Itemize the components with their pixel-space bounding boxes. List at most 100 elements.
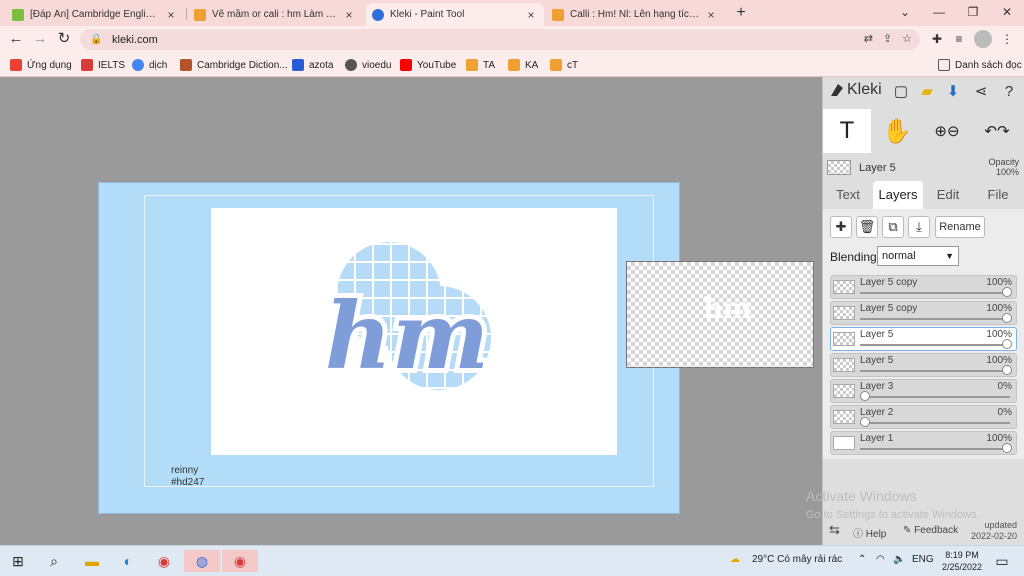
bookmark-ka[interactable]: KA [508,57,538,73]
browser-tab-2[interactable]: Vẽ mầm or cali : hm Làm cả hai c × [188,3,362,26]
layer-row[interactable]: Layer 1 100% [830,431,1017,455]
hand-tool-icon[interactable]: ✋ [873,109,921,153]
layer-opacity-knob[interactable] [1002,287,1012,297]
tab-file[interactable]: File [975,181,1021,209]
language-indicator[interactable]: ENG [912,554,934,565]
back-icon[interactable]: ← [6,29,26,49]
canvas-workspace[interactable]: hm hm reinny #hd247 hm [0,77,822,545]
help-icon[interactable]: ? [999,82,1019,102]
undo-redo-icon[interactable]: ↶↷ [973,109,1021,153]
file-explorer-icon[interactable]: ▬ [80,550,104,572]
forward-icon[interactable]: → [30,29,50,49]
layers-panel: ✚ 🗑 ⧉ ⤓ Rename Blending normal ▼ Layer 5… [823,209,1024,459]
layer-opacity-slider[interactable] [860,292,1010,294]
bookmark-ielts[interactable]: IELTS [81,57,125,73]
chrome-icon[interactable]: ◉ [152,550,176,572]
notification-icon[interactable]: ▭ [990,550,1014,572]
tab-close-icon[interactable]: × [704,8,718,22]
bookmark-cambridge[interactable]: Cambridge Diction... [180,57,288,73]
restore-icon[interactable]: ❐ [956,0,990,26]
new-image-icon[interactable]: ▢ [891,82,911,102]
reading-list-link[interactable]: Danh sách đọc [938,57,1022,73]
tray-expand-icon[interactable]: ⌃ [858,554,866,565]
tab-close-icon[interactable]: × [342,8,356,22]
drawing-canvas[interactable]: hm hm reinny #hd247 [98,182,680,514]
open-folder-icon[interactable]: ▰ [917,82,937,102]
layer-row[interactable]: Layer 3 0% [830,379,1017,403]
zoom-in-out-icon[interactable]: ⊕⊖ [923,109,971,153]
tab-edit[interactable]: Edit [925,181,971,209]
weather-text[interactable]: 29°C Có mây rải rác [752,554,842,565]
layer-opacity-knob[interactable] [1002,365,1012,375]
extensions-icon[interactable]: ✚ [928,30,946,48]
browser-tab-kleki[interactable]: Kleki - Paint Tool × [366,3,544,26]
tab-close-icon[interactable]: × [524,8,538,22]
chrome-active-icon[interactable]: ◉ [222,550,258,572]
kleki-logo[interactable]: Kleki [829,81,882,99]
layer-opacity-slider[interactable] [860,422,1010,424]
share-icon[interactable]: ⋖ [971,82,991,102]
opacity-readout: Opacity 100% [988,157,1019,177]
bookmark-vioedu[interactable]: vioedu [345,57,391,73]
help-link[interactable]: ⓘ Help [853,525,886,540]
new-tab-button[interactable]: + [732,4,750,22]
close-window-icon[interactable]: ✕ [990,0,1024,26]
download-icon[interactable]: ⬇ [943,82,963,102]
bookmark-youtube[interactable]: YouTube [400,57,456,73]
layer-opacity-slider[interactable] [860,318,1010,320]
tab-close-icon[interactable]: × [164,8,178,22]
swap-side-icon[interactable]: ⇆ [829,522,840,538]
preview-text: hm [703,292,752,325]
duplicate-layer-icon[interactable]: ⧉ [882,216,904,238]
layer-opacity-knob[interactable] [1002,313,1012,323]
zalo-icon[interactable]: ◍ [184,550,220,572]
merge-layer-icon[interactable]: ⤓ [908,216,930,238]
translate-icon[interactable]: ⇄ [864,32,873,45]
blending-select[interactable]: normal ▼ [877,246,959,266]
layer-opacity-slider[interactable] [860,370,1010,372]
share-icon[interactable]: ⇪ [883,32,892,45]
tab-text[interactable]: Text [825,181,871,209]
layer-opacity-slider[interactable] [860,448,1010,450]
layer-thumbnail [833,410,855,424]
edge-icon[interactable]: ◐ [116,550,140,572]
add-layer-icon[interactable]: ✚ [830,216,852,238]
minimize-icon[interactable]: — [922,0,956,26]
bookmark-ta[interactable]: TA [466,57,495,73]
windows-start-icon[interactable]: ⊞ [6,550,30,572]
clock[interactable]: 8:19 PM 2/25/2022 [942,549,982,573]
bookmark-apps[interactable]: Ứng dụng [10,57,72,73]
delete-layer-icon[interactable]: 🗑 [856,216,878,238]
current-layer-info: Layer 5 Opacity 100% [823,157,1024,179]
bookmark-azota[interactable]: azota [292,57,333,73]
browser-menu-icon[interactable]: ⋮ [998,30,1016,48]
network-icon[interactable]: ◠ [876,554,885,565]
layer-row[interactable]: Layer 5 copy 100% [830,301,1017,325]
layer-opacity-slider[interactable] [860,396,1010,398]
star-icon[interactable]: ☆ [902,32,912,45]
volume-icon[interactable]: 🔈 [893,554,905,565]
address-bar[interactable]: 🔒 kleki.com ⇄ ⇪ ☆ [80,29,920,50]
bookmark-dich[interactable]: dịch [132,57,167,73]
layer-opacity-slider[interactable] [860,344,1010,346]
search-icon[interactable]: ⌕ [42,550,66,572]
layer-row[interactable]: Layer 5 100% [830,353,1017,377]
layer-row[interactable]: Layer 2 0% [830,405,1017,429]
browser-tab-1[interactable]: [Đáp Án] Cambridge English A2 K × [6,3,184,26]
rename-button[interactable]: Rename [935,216,985,238]
tab-layers[interactable]: Layers [873,181,923,209]
layer-opacity-knob[interactable] [1002,443,1012,453]
layer-opacity-knob[interactable] [860,417,870,427]
layer-row[interactable]: Layer 5 copy 100% [830,275,1017,299]
profile-avatar[interactable] [974,30,992,48]
reading-list-icon[interactable]: ≡ [950,30,968,48]
layer-row[interactable]: Layer 5 100% [830,327,1017,351]
reload-icon[interactable]: ↻ [54,29,74,49]
layer-opacity-knob[interactable] [860,391,870,401]
layer-opacity-knob[interactable] [1002,339,1012,349]
tab-search-icon[interactable]: ⌄ [888,0,922,26]
text-tool-icon[interactable]: T [823,109,871,153]
bookmark-ct[interactable]: cT [550,57,578,73]
browser-tab-4[interactable]: Calli : Hm! Nl: Lên hạng tích cực... × [546,3,724,26]
feedback-link[interactable]: ✎ Feedback [903,525,958,536]
